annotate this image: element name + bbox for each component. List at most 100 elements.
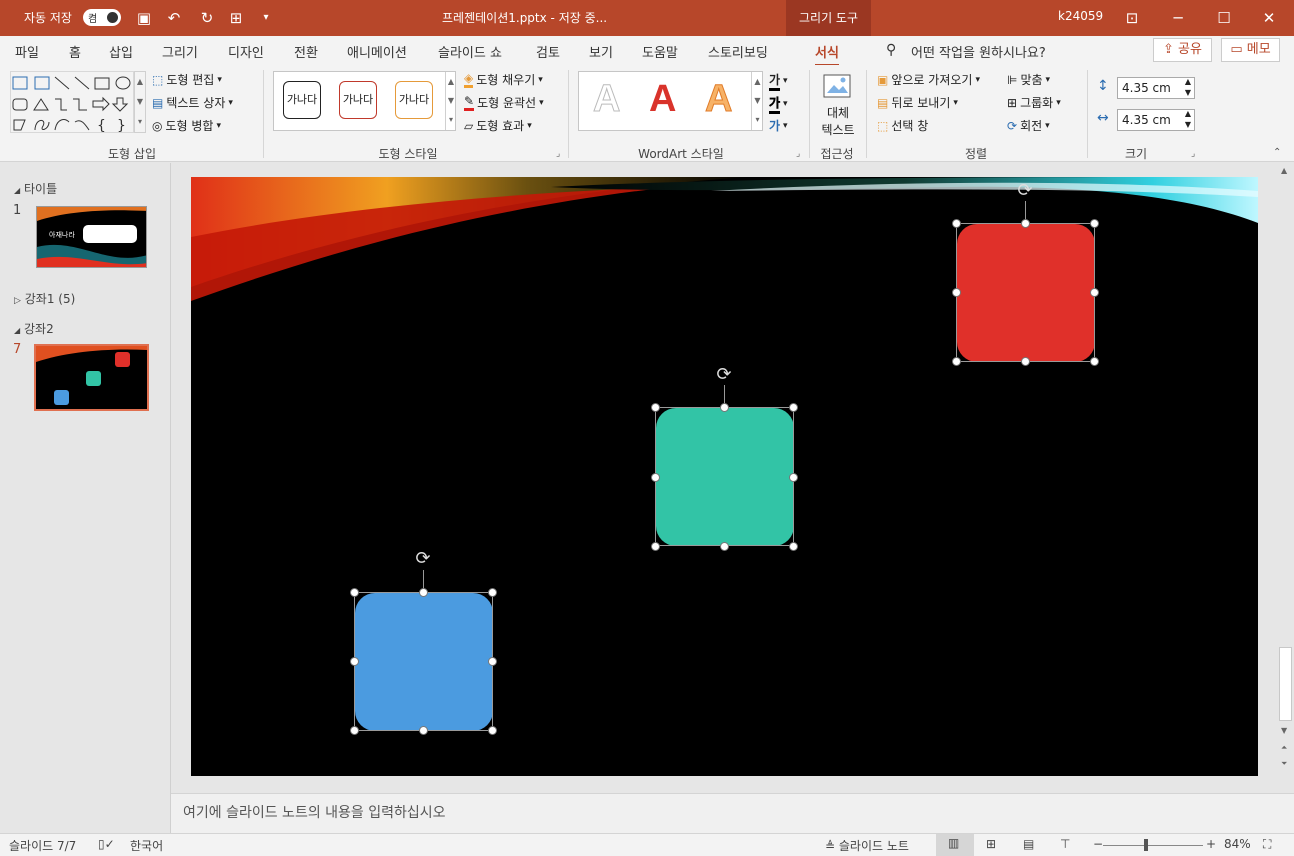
shape-styles-scroll[interactable]: ▲ ▼ ▾ xyxy=(445,72,456,130)
collapse-ribbon-icon[interactable]: ⌃ xyxy=(1273,147,1281,158)
resize-handle[interactable] xyxy=(789,542,798,551)
resize-handle[interactable] xyxy=(488,588,497,597)
notes-toggle-button[interactable]: ≜ 슬라이드 노트 xyxy=(825,837,909,854)
normal-view-button[interactable]: ▥ xyxy=(936,834,974,856)
shapes-gallery[interactable]: { } xyxy=(10,71,134,134)
resize-handle[interactable] xyxy=(651,542,660,551)
reading-view-icon[interactable]: ▤ xyxy=(1023,837,1034,851)
resize-handle[interactable] xyxy=(350,588,359,597)
group-button[interactable]: ⊞ 그룹화 ▾ xyxy=(1007,94,1061,111)
comments-button[interactable]: ▭ 메모 xyxy=(1221,38,1280,62)
edit-shape-button[interactable]: ⬚ 도형 편집 ▾ xyxy=(152,71,222,88)
resize-handle[interactable] xyxy=(1021,357,1030,366)
section-header[interactable]: ▷ 강좌1 (5) xyxy=(14,290,75,307)
slide-canvas[interactable]: ⟳ ⟳ ⟳ xyxy=(191,177,1258,776)
shape-effects-button[interactable]: ▱ 도형 효과 ▾ xyxy=(464,117,532,134)
resize-handle[interactable] xyxy=(488,657,497,666)
maximize-icon[interactable]: ☐ xyxy=(1214,8,1234,28)
width-input[interactable]: 4.35 cm ▲ ▼ xyxy=(1117,109,1195,131)
slideshow-icon[interactable]: ⊤ xyxy=(1060,837,1070,851)
resize-handle[interactable] xyxy=(350,726,359,735)
zoom-in-icon[interactable]: + xyxy=(1206,837,1216,851)
ribbon-display-icon[interactable]: ⊡ xyxy=(1122,8,1142,28)
previous-slide-icon[interactable]: ⏶ xyxy=(1281,743,1287,753)
text-box-button[interactable]: ▤ 텍스트 상자 ▾ xyxy=(152,94,233,111)
tab-review[interactable]: 검토 xyxy=(536,42,560,61)
resize-handle[interactable] xyxy=(720,542,729,551)
tab-animations[interactable]: 애니메이션 xyxy=(347,42,407,61)
bring-forward-button[interactable]: ▣ 앞으로 가져오기 ▾ xyxy=(877,71,980,88)
language-indicator[interactable]: 한국어 xyxy=(130,837,163,854)
rotate-button[interactable]: ⟳ 회전 ▾ xyxy=(1007,117,1050,134)
shape-style-thumb[interactable]: 가나다 xyxy=(395,81,433,119)
dialog-launcher-icon[interactable]: ⌟ xyxy=(556,149,560,159)
tab-view[interactable]: 보기 xyxy=(589,42,613,61)
resize-handle[interactable] xyxy=(1021,219,1030,228)
section-header[interactable]: ◢ 타이틀 xyxy=(14,180,57,197)
resize-handle[interactable] xyxy=(419,588,428,597)
notes-pane[interactable]: 여기에 슬라이드 노트의 내용을 입력하십시오 xyxy=(171,793,1294,833)
zoom-slider[interactable] xyxy=(1103,845,1203,846)
text-outline-button[interactable]: 가 ▾ xyxy=(769,94,788,114)
text-fill-button[interactable]: 가 ▾ xyxy=(769,71,788,91)
wordart-gallery[interactable]: A A A ▲ ▼ ▾ xyxy=(578,71,763,131)
selection-pane-button[interactable]: ⬚ 선택 창 xyxy=(877,117,928,134)
present-icon[interactable]: ⊞ xyxy=(226,8,246,28)
merge-shapes-button[interactable]: ◎ 도형 병합 ▾ xyxy=(152,117,221,134)
zoom-slider-thumb[interactable] xyxy=(1144,839,1148,851)
resize-handle[interactable] xyxy=(350,657,359,666)
customize-qat-icon[interactable]: ▾ xyxy=(256,8,276,28)
tab-draw[interactable]: 그리기 xyxy=(162,42,198,61)
tab-home[interactable]: 홈 xyxy=(69,42,81,61)
rotate-handle-icon[interactable]: ⟳ xyxy=(412,548,434,570)
resize-handle[interactable] xyxy=(651,403,660,412)
search-box[interactable]: 어떤 작업을 원하시나요? xyxy=(911,42,1046,61)
autosave-toggle[interactable]: 켬 xyxy=(83,9,121,26)
resize-handle[interactable] xyxy=(1090,357,1099,366)
tab-design[interactable]: 디자인 xyxy=(228,42,264,61)
zoom-level[interactable]: 84% xyxy=(1224,837,1251,851)
resize-handle[interactable] xyxy=(952,288,961,297)
undo-icon[interactable]: ↶ xyxy=(164,8,184,28)
resize-handle[interactable] xyxy=(720,403,729,412)
alt-text-button[interactable]: 대체 텍스트 xyxy=(816,73,860,139)
rotate-handle-icon[interactable]: ⟳ xyxy=(713,364,735,386)
wordart-sample[interactable]: A xyxy=(592,76,620,122)
height-input[interactable]: 4.35 cm ▲ ▼ xyxy=(1117,77,1195,99)
tab-format[interactable]: 서식 xyxy=(815,42,839,66)
wordart-sample[interactable]: A xyxy=(704,76,732,122)
user-name[interactable]: k24059 xyxy=(1058,9,1103,23)
zoom-out-icon[interactable]: − xyxy=(1093,837,1103,851)
close-icon[interactable]: ✕ xyxy=(1259,8,1279,28)
scroll-down-icon[interactable]: ▼ xyxy=(1281,726,1287,735)
scroll-thumb[interactable] xyxy=(1279,647,1292,721)
resize-handle[interactable] xyxy=(789,403,798,412)
resize-handle[interactable] xyxy=(789,473,798,482)
minimize-icon[interactable]: ─ xyxy=(1168,8,1188,28)
shapes-gallery-scroll[interactable]: ▲ ▼ ▾ xyxy=(134,71,146,133)
tab-storyboarding[interactable]: 스토리보딩 xyxy=(708,42,768,61)
shape-style-thumb[interactable]: 가나다 xyxy=(339,81,377,119)
dialog-launcher-icon[interactable]: ⌟ xyxy=(796,149,800,159)
shape-fill-button[interactable]: ◈ 도형 채우기 ▾ xyxy=(464,71,543,88)
text-effects-button[interactable]: 가 ▾ xyxy=(769,117,788,134)
accessibility-check-icon[interactable]: ▯✓ xyxy=(98,837,115,851)
shape-styles-gallery[interactable]: 가나다 가나다 가나다 ▲ ▼ ▾ xyxy=(273,71,456,131)
shape-outline-button[interactable]: ✎ 도형 윤곽선 ▾ xyxy=(464,94,544,111)
vertical-scrollbar[interactable]: ▲ ▼ ⏶ ⏷ xyxy=(1277,163,1294,793)
resize-handle[interactable] xyxy=(952,357,961,366)
rotate-handle-icon[interactable]: ⟳ xyxy=(1014,180,1036,202)
slide-thumbnail[interactable]: 아재나라 xyxy=(36,206,147,268)
resize-handle[interactable] xyxy=(1090,288,1099,297)
fit-to-window-icon[interactable]: ⛶ xyxy=(1263,837,1271,852)
scroll-up-icon[interactable]: ▲ xyxy=(1281,166,1287,175)
shape-style-thumb[interactable]: 가나다 xyxy=(283,81,321,119)
tab-slideshow[interactable]: 슬라이드 쇼 xyxy=(438,42,502,61)
send-backward-button[interactable]: ▤ 뒤로 보내기 ▾ xyxy=(877,94,958,111)
slide-thumbnail-selected[interactable] xyxy=(34,344,149,411)
slide-sorter-icon[interactable]: ⊞ xyxy=(986,837,996,851)
resize-handle[interactable] xyxy=(952,219,961,228)
resize-handle[interactable] xyxy=(488,726,497,735)
resize-handle[interactable] xyxy=(419,726,428,735)
tab-insert[interactable]: 삽입 xyxy=(109,42,133,61)
